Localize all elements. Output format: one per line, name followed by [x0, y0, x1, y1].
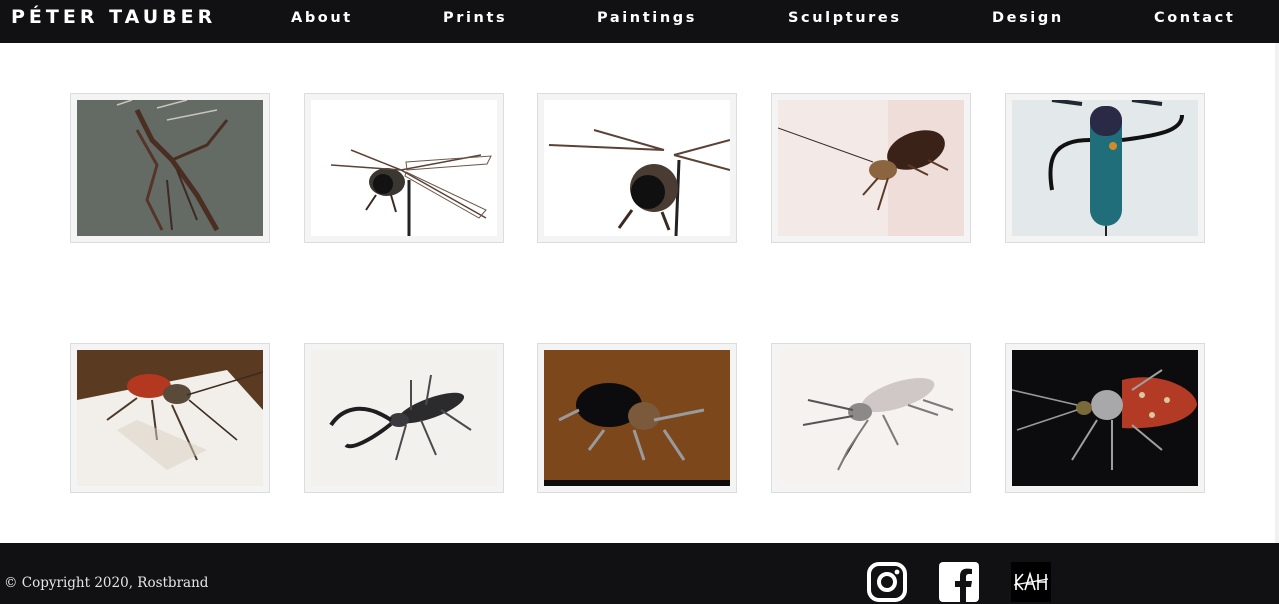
nav-design[interactable]: Design [992, 10, 1064, 26]
nav-prints[interactable]: Prints [443, 10, 507, 26]
nav-contact[interactable]: Contact [1154, 10, 1235, 26]
top-nav-bar: PÉTER TAUBER About Prints Paintings Scul… [0, 0, 1279, 43]
gallery-thumb-2[interactable] [304, 93, 504, 243]
red-ladybug-sculpture-image [1012, 350, 1198, 486]
bird-sculpture-image [77, 100, 263, 236]
gallery-thumb-1[interactable] [70, 93, 270, 243]
red-beetle-sculpture-image [77, 350, 263, 486]
gallery-thumb-4[interactable] [771, 93, 971, 243]
site-footer: © Copyright 2020, Rostbrand [0, 543, 1279, 604]
site-brand[interactable]: PÉTER TAUBER [11, 6, 216, 28]
dragonfly-sculpture-image [311, 100, 497, 236]
gallery-thumb-7[interactable] [304, 343, 504, 493]
gallery-thumb-8[interactable] [537, 343, 737, 493]
copyright-text: © Copyright 2020, Rostbrand [4, 575, 209, 591]
nav-paintings[interactable]: Paintings [597, 10, 697, 26]
cricket-sculpture-image [778, 100, 964, 236]
facebook-link[interactable] [939, 561, 979, 603]
hanging-insect-sculpture-image [1012, 100, 1198, 236]
nav-sculptures[interactable]: Sculptures [788, 10, 902, 26]
gallery-thumb-9[interactable] [771, 343, 971, 493]
gallery-thumb-5[interactable] [1005, 93, 1205, 243]
scrollbar-track[interactable] [1275, 43, 1279, 543]
nav-about[interactable]: About [291, 10, 353, 26]
instagram-link[interactable] [867, 561, 907, 603]
facebook-icon [939, 562, 979, 602]
instagram-icon [867, 562, 907, 602]
gallery-thumb-10[interactable] [1005, 343, 1205, 493]
gallery-thumb-3[interactable] [537, 93, 737, 243]
stag-beetle-sculpture-image [311, 350, 497, 486]
gallery-thumb-6[interactable] [70, 343, 270, 493]
silver-beetle-sculpture-image [778, 350, 964, 486]
kah-logo-icon [1011, 562, 1051, 602]
dragonfly-closeup-sculpture-image [544, 100, 730, 236]
black-beetle-sculpture-image [544, 350, 730, 486]
kah-link[interactable] [1011, 561, 1051, 603]
